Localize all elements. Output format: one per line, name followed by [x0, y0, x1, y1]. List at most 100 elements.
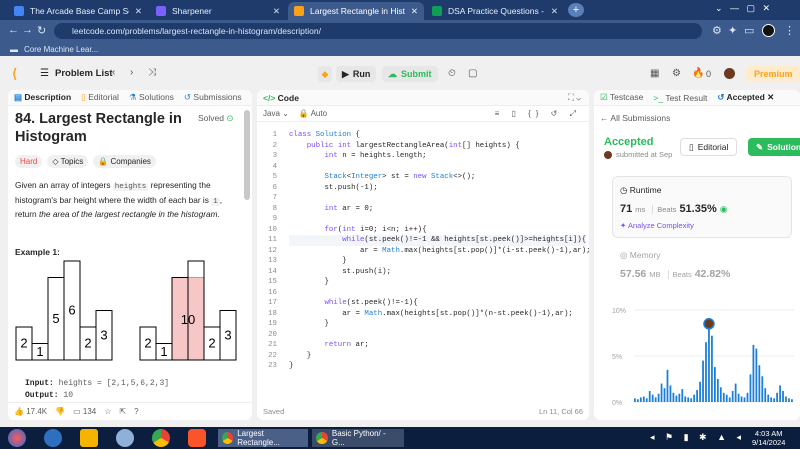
all-submissions-link[interactable]: ← All Submissions	[600, 113, 670, 123]
distribution-bar[interactable]	[714, 367, 716, 402]
chrome-icon[interactable]	[152, 429, 170, 447]
distribution-bar[interactable]	[752, 344, 755, 402]
distribution-bar[interactable]	[657, 393, 660, 402]
prev-problem-icon[interactable]: ‹	[112, 67, 115, 78]
distribution-bar[interactable]	[716, 379, 719, 402]
back-icon[interactable]: ←	[8, 24, 19, 36]
runtime-card[interactable]: ◷ Runtime 71 ms Beats 51.35% ◉ ✦ Analyze…	[612, 176, 792, 238]
distribution-bar[interactable]	[755, 348, 758, 402]
premium-button[interactable]: Premium	[746, 66, 800, 82]
clock[interactable]: 4:03 AM 9/14/2024	[752, 429, 785, 447]
sidebar-icon[interactable]: ▭	[744, 24, 754, 37]
panel-controls[interactable]: ⛶ ⌄	[568, 92, 581, 103]
distribution-bar[interactable]	[663, 388, 666, 402]
browser-tab-leetcode[interactable]: Largest Rectangle in Histogram - ✕	[288, 2, 424, 20]
editor-actions[interactable]: ≡ ▯ {} ↺ ⤢	[495, 109, 581, 119]
new-tab-button[interactable]: +	[568, 3, 584, 17]
close-tab-icon[interactable]: ✕	[767, 92, 774, 102]
profile-avatar[interactable]	[762, 24, 775, 37]
browser-tab-arcade[interactable]: The Arcade Base Camp Septemb ✕	[8, 2, 148, 20]
tab-description[interactable]: ▤ Description	[14, 92, 71, 103]
like-button[interactable]: 👍 17.4K	[14, 407, 47, 416]
brave-icon[interactable]	[188, 429, 206, 447]
timer-icon[interactable]: ⏲	[448, 68, 456, 79]
editorial-button[interactable]: ▯ Editorial	[680, 138, 738, 156]
analyze-complexity-link[interactable]: ✦ Analyze Complexity	[620, 221, 694, 230]
layout-icon[interactable]: ▦	[650, 68, 659, 79]
distribution-bar[interactable]	[767, 394, 770, 402]
distribution-bar[interactable]	[749, 374, 752, 402]
bookmark-item[interactable]: Core Machine Lear...	[24, 45, 98, 54]
taskbar-task-python[interactable]: Basic Python/ - G...	[312, 429, 404, 447]
close-tab-icon[interactable]: ✕	[405, 6, 418, 17]
comments-button[interactable]: ▭ 134	[73, 407, 96, 416]
tab-solutions[interactable]: ⚗ Solutions	[129, 92, 174, 103]
tab-testcase[interactable]: ☑ Testcase	[600, 92, 643, 103]
browser-tab-sharpener[interactable]: Sharpener ✕	[150, 2, 286, 20]
url-bar[interactable]: leetcode.com/problems/largest-rectangle-…	[54, 23, 702, 39]
distribution-bar[interactable]	[708, 323, 710, 402]
browser-tab-dsa[interactable]: DSA Practice Questions - Google ✕	[426, 2, 564, 20]
extension-icon[interactable]: ⚙	[712, 24, 722, 37]
start-icon[interactable]	[8, 429, 26, 447]
tab-editorial[interactable]: ▯ Editorial	[81, 92, 119, 103]
distribution-bar[interactable]	[785, 396, 787, 402]
distribution-bar[interactable]	[660, 383, 663, 402]
memory-heading[interactable]: ◎ Memory	[620, 250, 661, 261]
distribution-bar[interactable]	[770, 397, 773, 402]
notes-icon[interactable]: ▢	[468, 68, 477, 79]
distribution-bar[interactable]	[666, 369, 669, 402]
settings-gear-icon[interactable]: ⚙	[672, 68, 681, 79]
distribution-bar[interactable]	[634, 398, 636, 402]
user-avatar[interactable]	[724, 68, 735, 79]
distribution-bar[interactable]	[678, 393, 681, 402]
distribution-bar[interactable]	[782, 390, 784, 402]
distribution-bar[interactable]	[702, 360, 704, 402]
distribution-bar[interactable]	[675, 395, 678, 402]
distribution-bar[interactable]	[684, 396, 687, 402]
distribution-bar[interactable]	[791, 399, 793, 402]
file-folder-icon[interactable]	[80, 429, 98, 447]
solution-button[interactable]: ✎ Solution	[748, 138, 800, 156]
submit-button[interactable]: ☁ Submit	[382, 66, 438, 82]
forward-icon[interactable]: →	[22, 24, 33, 36]
distribution-bar[interactable]	[776, 392, 778, 402]
distribution-bar[interactable]	[642, 396, 645, 402]
run-button[interactable]: ▶ Run	[336, 66, 377, 82]
distribution-bar[interactable]	[722, 392, 725, 402]
system-tray-icons[interactable]: ◂ ⚑ ▮ ✱ ▲ ◂	[650, 432, 745, 443]
distribution-bar[interactable]	[725, 394, 728, 402]
menu-icon[interactable]: ⋮	[784, 24, 795, 37]
distribution-bar[interactable]	[705, 342, 707, 402]
distribution-bar[interactable]	[764, 388, 767, 402]
distribution-bar[interactable]	[681, 389, 684, 402]
tab-test-result[interactable]: >_ Test Result	[653, 93, 707, 103]
shuffle-icon[interactable]: ⤨	[148, 67, 156, 78]
window-controls[interactable]: ⌄ — ▢ ✕	[715, 3, 770, 14]
distribution-bar[interactable]	[743, 397, 746, 402]
close-tab-icon[interactable]: ✕	[545, 6, 558, 17]
your-submission-marker[interactable]	[703, 318, 715, 330]
distribution-bar[interactable]	[690, 398, 693, 402]
taskbar-task-leetcode[interactable]: Largest Rectangle...	[218, 429, 308, 447]
topics-chip[interactable]: ◇ Topics	[47, 155, 89, 168]
distribution-bar[interactable]	[696, 390, 698, 402]
settings-app-icon[interactable]	[116, 429, 134, 447]
star-icon[interactable]: ☆	[104, 407, 111, 416]
code-tab[interactable]: </> Code	[263, 93, 299, 103]
distribution-bar[interactable]	[758, 365, 761, 402]
distribution-bar[interactable]	[651, 394, 654, 402]
close-tab-icon[interactable]: ✕	[129, 6, 142, 17]
leetcode-logo-icon[interactable]: ⟨	[12, 66, 17, 82]
distribution-bar[interactable]	[734, 383, 737, 402]
distribution-bar[interactable]	[761, 376, 764, 402]
distribution-bar[interactable]	[654, 397, 657, 402]
distribution-bar[interactable]	[693, 394, 696, 402]
distribution-bar[interactable]	[731, 390, 734, 402]
auto-mode[interactable]: 🔒 Auto	[299, 109, 327, 118]
distribution-bar[interactable]	[636, 399, 639, 402]
debug-icon[interactable]: ◆	[318, 66, 332, 82]
distribution-bar[interactable]	[699, 381, 701, 402]
distribution-bar[interactable]	[746, 392, 749, 402]
puzzle-icon[interactable]: ✦	[728, 24, 737, 37]
